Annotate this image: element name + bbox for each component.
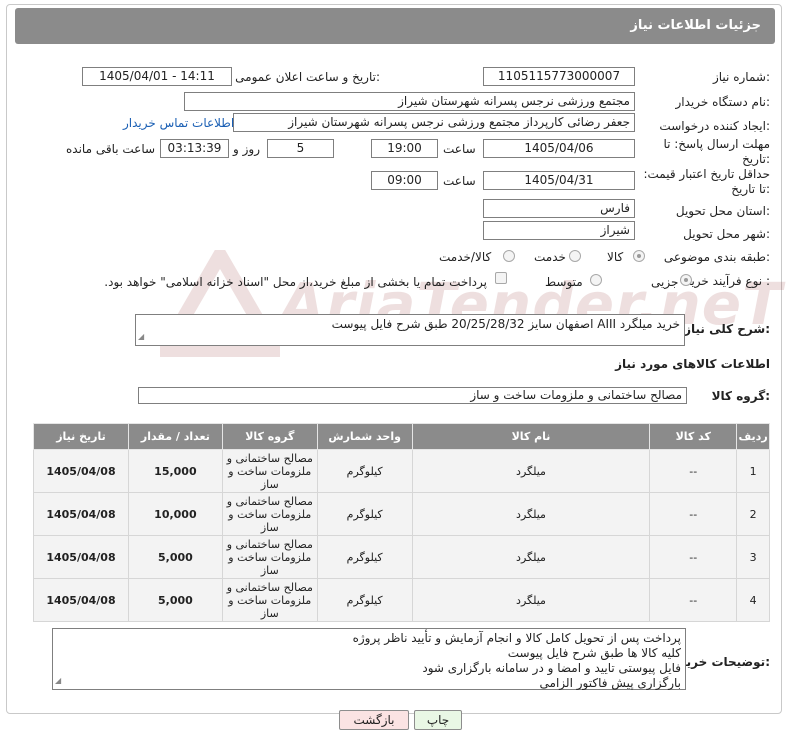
goods-group-label: گروه کالا:	[711, 389, 770, 403]
purchase-radio-small[interactable]	[680, 274, 692, 286]
category-label: طبقه بندی موضوعی:	[663, 250, 770, 264]
col-name-header: نام کالا	[411, 423, 651, 450]
cell-date: 1405/04/08	[33, 492, 129, 536]
purchase-option-medium: متوسط	[545, 275, 583, 289]
province-label: استان محل تحویل:	[675, 204, 770, 218]
deadline-time-label: ساعت	[443, 142, 476, 156]
remaining-time-field: 03:13:39	[160, 139, 229, 158]
description-textarea[interactable]: خرید میلگرد AIII اصفهان سایز 20/25/28/32…	[135, 314, 685, 346]
price-validity-time-field: 09:00	[371, 171, 438, 190]
cell-row: 3	[736, 535, 770, 579]
table-row: 4 -- میلگرد کیلوگرم مصالح ساختمانی و ملز…	[33, 578, 770, 622]
purchase-radio-medium[interactable]	[590, 274, 602, 286]
category-option-service: خدمت	[534, 250, 566, 264]
buyer-contact-link[interactable]: اطلاعات تماس خریدار	[123, 116, 234, 130]
category-radio-service[interactable]	[569, 250, 581, 262]
cell-name: میلگرد	[411, 578, 651, 622]
price-validity-label: حداقل تاریخ اعتبار قیمت: تا تاریخ:	[643, 167, 770, 196]
treasury-payment-note: پرداخت تمام یا بخشی از مبلغ خرید،از محل …	[104, 275, 487, 289]
col-row-header: ردیف	[736, 423, 770, 450]
cell-qty: 15,000	[127, 449, 223, 493]
category-radio-both[interactable]	[503, 250, 515, 262]
need-number-label: شماره نیاز:	[712, 70, 770, 84]
category-option-both: کالا/خدمت	[439, 250, 492, 264]
cell-code: --	[649, 449, 738, 493]
cell-qty: 5,000	[127, 578, 223, 622]
cell-code: --	[649, 492, 738, 536]
buyer-notes-line: بارگزاری پیش فاکتور الزامی	[539, 676, 681, 690]
category-radio-goods[interactable]	[633, 250, 645, 262]
table-row: 2 -- میلگرد کیلوگرم مصالح ساختمانی و ملز…	[33, 492, 770, 536]
cell-group: مصالح ساختمانی و ملزومات ساخت و ساز	[221, 535, 318, 579]
cell-date: 1405/04/08	[33, 578, 129, 622]
buyer-org-label: نام دستگاه خریدار:	[675, 95, 771, 109]
cell-group: مصالح ساختمانی و ملزومات ساخت و ساز	[221, 492, 318, 536]
buyer-org-field: مجتمع ورزشی نرجس پسرانه شهرستان شیراز	[184, 92, 635, 111]
cell-name: میلگرد	[411, 449, 651, 493]
goods-section-title: اطلاعات کالاهای مورد نیاز	[615, 357, 770, 371]
buyer-notes-line: فایل پیوستی تایید و امضا و در سامانه بار…	[422, 661, 681, 675]
cell-date: 1405/04/08	[33, 449, 129, 493]
col-qty-header: تعداد / مقدار	[127, 423, 223, 450]
city-label: شهر محل تحویل:	[683, 227, 770, 241]
cell-qty: 10,000	[127, 492, 223, 536]
cell-name: میلگرد	[411, 492, 651, 536]
cell-unit: کیلوگرم	[316, 578, 413, 622]
col-code-header: کد کالا	[649, 423, 738, 450]
page-title: جزئیات اطلاعات نیاز	[15, 8, 775, 44]
deadline-date-field: 1405/04/06	[483, 139, 635, 158]
deadline-time-field: 19:00	[371, 139, 438, 158]
creator-label: ایجاد کننده درخواست:	[659, 119, 770, 133]
purchase-type-label: نوع فرآیند خرید :	[685, 274, 770, 288]
city-field: شیراز	[483, 221, 635, 240]
purchase-option-small: جزیی	[651, 275, 679, 289]
cell-date: 1405/04/08	[33, 535, 129, 579]
deadline-label: مهلت ارسال پاسخ: تا تاریخ:	[663, 137, 770, 166]
category-option-goods: کالا	[607, 250, 624, 264]
buyer-notes-line: پرداخت پس از تحویل کامل کالا و انجام آزم…	[352, 631, 681, 645]
buyer-notes-line: کلیه کالا ها طبق شرح فایل پیوست	[507, 646, 681, 660]
description-text: خرید میلگرد AIII اصفهان سایز 20/25/28/32…	[331, 317, 680, 331]
cell-qty: 5,000	[127, 535, 223, 579]
col-date-header: تاریخ نیاز	[33, 423, 129, 450]
remaining-time-label: ساعت باقی مانده	[66, 142, 156, 156]
cell-code: --	[649, 578, 738, 622]
cell-name: میلگرد	[411, 535, 651, 579]
announce-field: 1405/04/01 - 14:11	[82, 67, 232, 86]
resize-handle-icon: ◢	[55, 676, 62, 685]
creator-field: جعفر رضائی کارپرداز مجتمع ورزشی نرجس پسر…	[233, 113, 635, 132]
province-field: فارس	[483, 199, 635, 218]
table-row: 3 -- میلگرد کیلوگرم مصالح ساختمانی و ملز…	[33, 535, 770, 579]
deadline-days-field: 5	[267, 139, 334, 158]
cell-row: 2	[736, 492, 770, 536]
price-validity-time-label: ساعت	[443, 174, 476, 188]
cell-unit: کیلوگرم	[316, 492, 413, 536]
buyer-notes-textarea[interactable]: پرداخت پس از تحویل کامل کالا و انجام آزم…	[52, 628, 686, 690]
description-label: شرح کلی نیاز:	[684, 322, 770, 336]
col-unit-header: واحد شمارش	[316, 423, 413, 450]
cell-group: مصالح ساختمانی و ملزومات ساخت و ساز	[221, 449, 318, 493]
col-group-header: گروه کالا	[221, 423, 318, 450]
cell-code: --	[649, 535, 738, 579]
cell-unit: کیلوگرم	[316, 449, 413, 493]
cell-unit: کیلوگرم	[316, 535, 413, 579]
treasury-payment-checkbox[interactable]	[495, 272, 507, 284]
table-row: 1 -- میلگرد کیلوگرم مصالح ساختمانی و ملز…	[33, 449, 770, 493]
resize-handle-icon: ◢	[138, 332, 145, 341]
goods-group-field: مصالح ساختمانی و ملزومات ساخت و ساز	[138, 387, 687, 404]
deadline-days-label: روز و	[233, 142, 260, 156]
cell-row: 1	[736, 449, 770, 493]
print-button[interactable]: چاپ	[414, 710, 462, 730]
back-button[interactable]: بازگشت	[339, 710, 409, 730]
cell-group: مصالح ساختمانی و ملزومات ساخت و ساز	[221, 578, 318, 622]
need-number-field: 1105115773000007	[483, 67, 635, 86]
goods-table: ردیف کد کالا نام کالا واحد شمارش گروه کا…	[33, 423, 770, 622]
table-header-row: ردیف کد کالا نام کالا واحد شمارش گروه کا…	[33, 423, 770, 450]
announce-label: تاریخ و ساعت اعلان عمومی:	[235, 70, 380, 84]
price-validity-date-field: 1405/04/31	[483, 171, 635, 190]
cell-row: 4	[736, 578, 770, 622]
